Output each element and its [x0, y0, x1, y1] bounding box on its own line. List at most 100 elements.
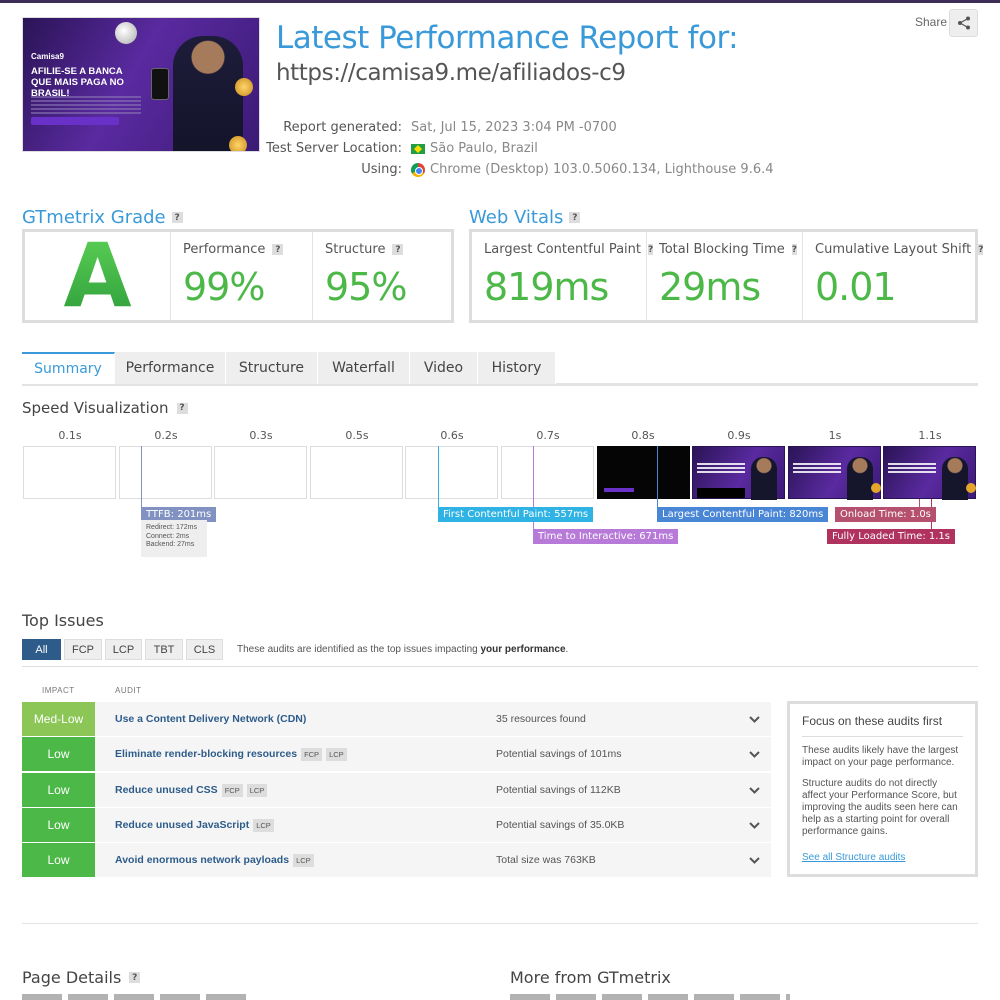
frame-content	[604, 488, 634, 492]
grade-letter: A	[63, 224, 132, 327]
filter-all[interactable]: All	[22, 639, 61, 660]
more-from-gtmetrix-heading: More from GTmetrix	[510, 968, 671, 987]
report-url[interactable]: https://camisa9.me/afiliados-c9	[276, 60, 626, 86]
help-icon[interactable]: ?	[978, 244, 984, 255]
issue-filters: All FCP LCP TBT CLS	[22, 639, 226, 660]
audit-name[interactable]: Avoid enormous network payloads LCP	[115, 853, 314, 867]
meta-report-generated: Report generated: Sat, Jul 15, 2023 3:04…	[0, 120, 1000, 136]
help-icon[interactable]: ?	[176, 402, 188, 414]
audit-name[interactable]: Reduce unused JavaScript LCP	[115, 818, 274, 832]
timeline-tick: 0.7s	[536, 429, 560, 442]
impact-badge: Low	[22, 808, 95, 842]
cls-label: Cumulative Layout Shift	[815, 242, 972, 257]
issue-row[interactable]: Low Avoid enormous network payloads LCP Tot…	[22, 843, 771, 877]
filter-lcp[interactable]: LCP	[105, 639, 142, 660]
brazil-flag-icon	[411, 143, 425, 154]
note-suffix: .	[565, 644, 569, 655]
cls-value: 0.01	[815, 265, 897, 309]
help-icon[interactable]: ?	[171, 212, 183, 223]
filmstrip-frame[interactable]	[501, 446, 594, 499]
filmstrip-frame[interactable]	[788, 446, 881, 500]
tab-performance[interactable]: Performance	[115, 352, 226, 384]
chevron-down-icon[interactable]	[749, 818, 760, 832]
tab-waterfall[interactable]: Waterfall	[318, 352, 410, 384]
tab-structure[interactable]: Structure	[226, 352, 318, 384]
onload-marker: Onload Time: 1.0s	[835, 507, 936, 522]
ttfb-redirect: Redirect: 172ms	[146, 524, 197, 531]
filmstrip-frame[interactable]	[597, 446, 690, 499]
issue-row[interactable]: Low Reduce unused CSS FCP LCP Potential savi…	[22, 773, 771, 807]
help-icon[interactable]: ?	[129, 972, 141, 983]
share-label[interactable]: Share	[915, 15, 947, 29]
meta-value: São Paulo, Brazil	[411, 141, 538, 156]
help-icon[interactable]: ?	[272, 244, 284, 255]
chevron-down-icon[interactable]	[749, 783, 760, 797]
section-title: Top Issues	[22, 611, 104, 630]
help-icon[interactable]: ?	[569, 212, 581, 223]
tab-video[interactable]: Video	[410, 352, 478, 384]
issue-row[interactable]: Med-Low Use a Content Delivery Network (C…	[22, 702, 771, 736]
timeline-tick: 0.2s	[154, 429, 178, 442]
timeline-tick: 1.1s	[918, 429, 942, 442]
filmstrip-frame[interactable]	[214, 446, 307, 499]
audit-name[interactable]: Use a Content Delivery Network (CDN)	[115, 713, 306, 725]
audit-title[interactable]: Avoid enormous network payloads	[115, 854, 289, 866]
lcp-marker: Largest Contentful Paint: 820ms	[657, 507, 829, 522]
fcp-marker: First Contentful Paint: 557ms	[438, 507, 594, 522]
issue-row[interactable]: Low Reduce unused JavaScript LCP Potential …	[22, 808, 771, 842]
note-bold: your performance	[480, 644, 566, 655]
filter-tbt[interactable]: TBT	[145, 639, 183, 660]
top-issues-heading: Top Issues	[22, 611, 104, 630]
share-button[interactable]	[949, 9, 978, 37]
grade-cell: A	[25, 232, 170, 320]
coin-icon	[871, 483, 881, 493]
frame-content	[888, 463, 936, 475]
issue-row[interactable]: Low Eliminate render-blocking resources FC…	[22, 737, 771, 771]
chevron-down-icon[interactable]	[749, 747, 760, 761]
meta-label: Report generated:	[283, 120, 402, 135]
thumbnail-headline: AFILIE-SE A BANCA QUE MAIS PAGA NO BRASI…	[31, 66, 124, 99]
chevron-down-icon[interactable]	[749, 712, 760, 726]
column-header-audit: AUDIT	[115, 686, 142, 695]
meta-value: Chrome (Desktop) 103.0.5060.134, Lightho…	[411, 162, 774, 177]
note-text: These audits are identified as the top i…	[237, 644, 478, 655]
speed-visualization-heading: Speed Visualization ?	[22, 399, 188, 417]
help-icon[interactable]: ?	[392, 244, 404, 255]
metric-tag: FCP	[221, 783, 243, 797]
audit-title[interactable]: Eliminate render-blocking resources	[115, 748, 297, 760]
metric-tag: LCP	[293, 853, 314, 867]
cut-off-text	[510, 994, 790, 1000]
audit-title[interactable]: Reduce unused CSS	[115, 784, 218, 796]
timeline-tick: 0.1s	[58, 429, 82, 442]
gtmetrix-grade-panel: A Performance? 99% Structure? 95%	[22, 229, 454, 323]
lcp-marker-line	[657, 446, 658, 508]
see-all-structure-audits-link[interactable]: See all Structure audits	[802, 852, 905, 863]
thumbnail-brand: Camisa9	[31, 52, 64, 61]
audit-title[interactable]: Use a Content Delivery Network (CDN)	[115, 713, 306, 725]
filmstrip-frame[interactable]	[883, 446, 976, 500]
impact-badge: Low	[22, 737, 95, 771]
chevron-down-icon[interactable]	[749, 853, 760, 867]
web-vitals-panel: Largest Contentful Paint? 819ms Total Bl…	[469, 229, 984, 323]
audit-title[interactable]: Reduce unused JavaScript	[115, 819, 249, 831]
cut-off-text	[22, 994, 252, 1000]
filmstrip-frame[interactable]	[310, 446, 403, 499]
timeline-tick: 0.5s	[345, 429, 369, 442]
audit-result: 35 resources found	[496, 713, 586, 725]
divider	[22, 923, 978, 924]
filmstrip-frame[interactable]	[119, 446, 212, 499]
filmstrip-frame[interactable]	[405, 446, 498, 499]
section-title: More from GTmetrix	[510, 968, 671, 987]
filmstrip-frame[interactable]	[23, 446, 116, 499]
help-icon[interactable]: ?	[791, 244, 797, 255]
filter-fcp[interactable]: FCP	[64, 639, 102, 660]
filter-cls[interactable]: CLS	[186, 639, 223, 660]
tab-history[interactable]: History	[478, 352, 556, 384]
tab-summary[interactable]: Summary	[22, 352, 115, 384]
filmstrip-frame[interactable]	[692, 446, 785, 500]
audit-name[interactable]: Eliminate render-blocking resources FCP LC…	[115, 747, 347, 761]
focus-box: Focus on these audits first These audits…	[787, 701, 978, 877]
meta-label: Test Server Location:	[266, 141, 402, 156]
audit-name[interactable]: Reduce unused CSS FCP LCP	[115, 783, 268, 797]
structure-cell: Structure? 95%	[312, 232, 451, 320]
